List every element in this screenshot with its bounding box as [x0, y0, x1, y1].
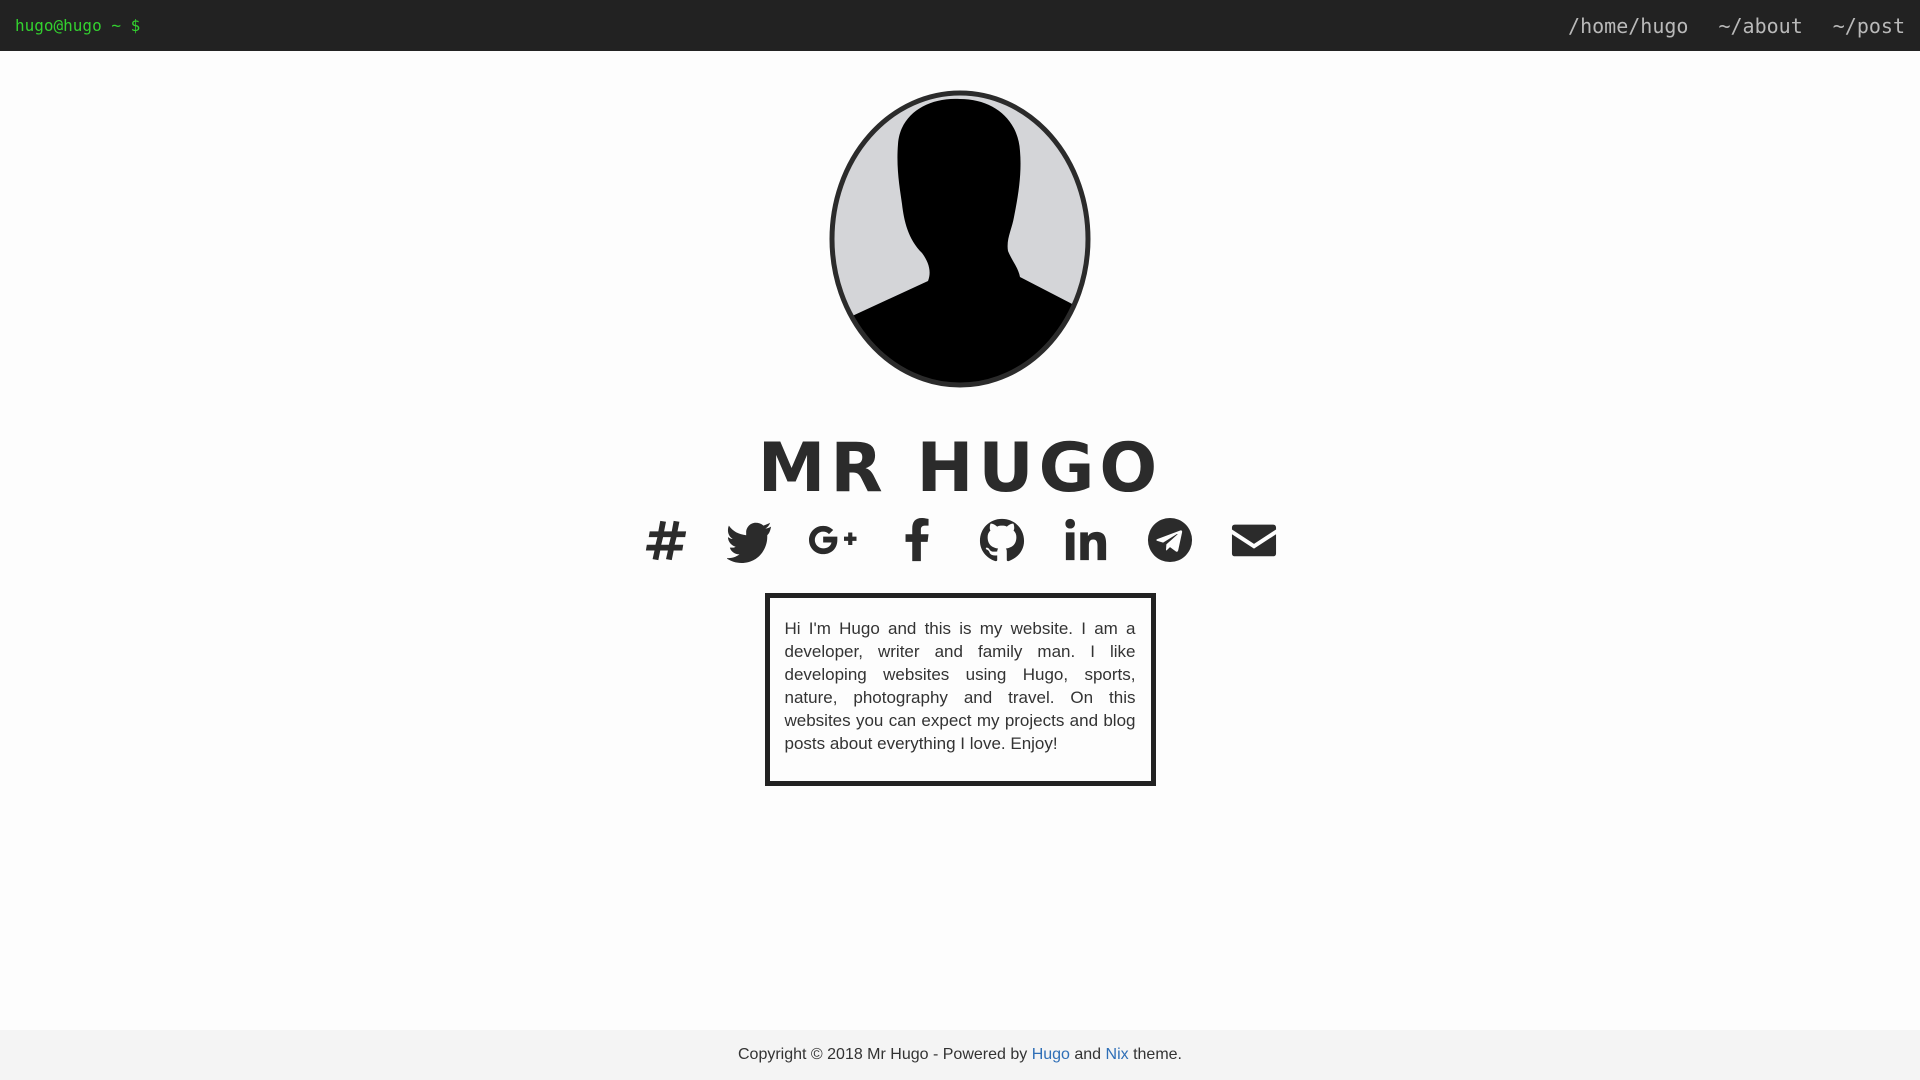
social-links: [641, 515, 1279, 565]
footer-suffix: theme.: [1128, 1046, 1182, 1063]
nav-post[interactable]: ~/post: [1833, 14, 1905, 38]
nav-home[interactable]: /home/hugo: [1568, 14, 1688, 38]
main-content: MR HUGO Hi I'm Hugo and this is my websi…: [0, 51, 1920, 1030]
profile-name: MR HUGO: [757, 429, 1163, 508]
main-nav: /home/hugo ~/about ~/post: [1568, 14, 1905, 38]
twitter-icon[interactable]: [725, 515, 775, 565]
footer: Copyright © 2018 Mr Hugo - Powered by Hu…: [0, 1030, 1920, 1080]
github-icon[interactable]: [977, 515, 1027, 565]
google-plus-icon[interactable]: [809, 515, 859, 565]
terminal-prompt: hugo@hugo ~ $: [15, 16, 141, 35]
envelope-icon[interactable]: [1229, 515, 1279, 565]
footer-and: and: [1069, 1046, 1106, 1063]
facebook-icon[interactable]: [893, 515, 943, 565]
hashtag-icon[interactable]: [641, 515, 691, 565]
linkedin-icon[interactable]: [1061, 515, 1111, 565]
nav-about[interactable]: ~/about: [1718, 14, 1802, 38]
top-bar: hugo@hugo ~ $ /home/hugo ~/about ~/post: [0, 0, 1920, 51]
footer-hugo-link[interactable]: Hugo: [1032, 1046, 1070, 1064]
footer-nix-link[interactable]: Nix: [1106, 1046, 1129, 1064]
footer-copyright: Copyright © 2018 Mr Hugo - Powered by: [737, 1046, 1032, 1063]
bio-box: Hi I'm Hugo and this is my website. I am…: [764, 593, 1156, 786]
telegram-icon[interactable]: [1145, 515, 1195, 565]
avatar: [829, 90, 1091, 388]
